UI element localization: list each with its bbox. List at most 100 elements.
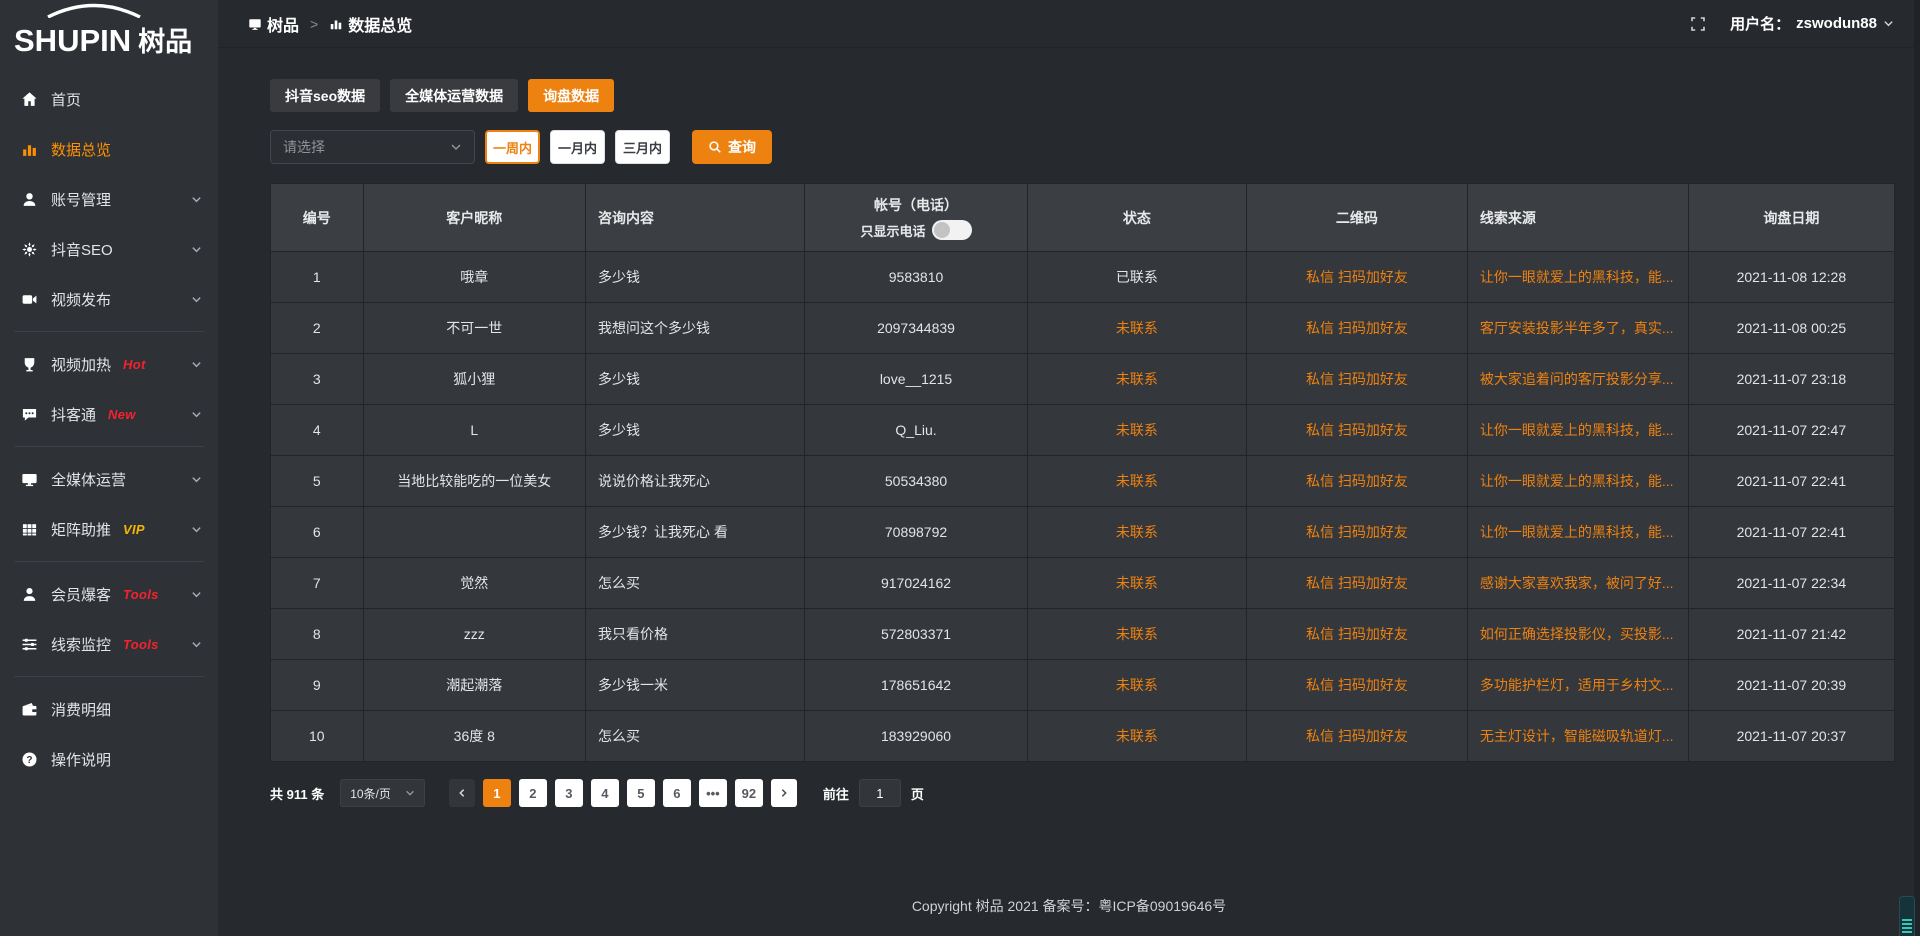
cell-source-link[interactable]: 让你一眼就爱上的黑科技，能... xyxy=(1467,456,1688,507)
cell-source-link[interactable]: 让你一眼就爱上的黑科技，能... xyxy=(1467,252,1688,303)
cell-source-link[interactable]: 如何正确选择投影仪，买投影... xyxy=(1467,609,1688,660)
breadcrumb-item-app[interactable]: 树品 xyxy=(248,12,299,36)
goto-page: 前往 页 xyxy=(823,779,924,807)
period-button[interactable]: 一周内 xyxy=(485,130,540,164)
cell-status: 未联系 xyxy=(1027,558,1246,609)
cell-status: 未联系 xyxy=(1027,303,1246,354)
goto-page-input[interactable] xyxy=(859,779,901,807)
tab-询盘数据[interactable]: 询盘数据 xyxy=(528,79,614,112)
column-header: 询盘日期 xyxy=(1688,184,1894,252)
cell-qrcode-link[interactable]: 私信 扫码加好友 xyxy=(1247,252,1468,303)
filter-bar: 请选择 一周内一月内三月内 查询 xyxy=(270,130,1895,164)
chart-icon xyxy=(20,140,38,158)
cell-qrcode-link[interactable]: 私信 扫码加好友 xyxy=(1247,354,1468,405)
page-button[interactable]: 3 xyxy=(555,779,583,807)
cell-qrcode-link[interactable]: 私信 扫码加好友 xyxy=(1247,558,1468,609)
page-button[interactable]: 92 xyxy=(735,779,763,807)
sidebar-item[interactable]: 矩阵助推VIP xyxy=(0,504,218,554)
cell-nickname: 哦章 xyxy=(363,252,585,303)
wallet-icon xyxy=(20,700,38,718)
chevron-right-icon xyxy=(779,788,789,798)
page-size-select[interactable]: 10条/页 xyxy=(340,779,425,807)
cell-nickname: L xyxy=(363,405,585,456)
sidebar-item[interactable]: 全媒体运营 xyxy=(0,454,218,504)
page-scrollbar[interactable] xyxy=(1914,0,1920,936)
help-icon: ? xyxy=(20,750,38,768)
search-button[interactable]: 查询 xyxy=(692,130,772,164)
sidebar-item[interactable]: 线索监控Tools xyxy=(0,619,218,669)
cell-id: 7 xyxy=(271,558,364,609)
sidebar-item[interactable]: 首页 xyxy=(0,74,218,124)
phone-only-toggle[interactable] xyxy=(932,220,972,240)
cell-account: Q_Liu. xyxy=(805,405,1027,456)
sidebar-item-label: 账号管理 xyxy=(51,189,111,210)
column-header: 二维码 xyxy=(1247,184,1468,252)
sidebar-item[interactable]: 抖客通New xyxy=(0,389,218,439)
floating-service-widget[interactable] xyxy=(1899,896,1915,936)
prev-page-button[interactable] xyxy=(449,779,475,807)
pagination-pages: 123456 ••• 92 xyxy=(483,779,763,807)
cell-source-link[interactable]: 感谢大家喜欢我家，被问了好... xyxy=(1467,558,1688,609)
cell-qrcode-link[interactable]: 私信 扫码加好友 xyxy=(1247,456,1468,507)
fullscreen-icon[interactable] xyxy=(1690,16,1706,32)
table-row: 1哦章多少钱9583810已联系私信 扫码加好友让你一眼就爱上的黑科技，能...… xyxy=(271,252,1895,303)
cell-source-link[interactable]: 让你一眼就爱上的黑科技，能... xyxy=(1467,507,1688,558)
page-button[interactable]: 5 xyxy=(627,779,655,807)
sidebar-item[interactable]: 数据总览 xyxy=(0,124,218,174)
page-button[interactable]: 4 xyxy=(591,779,619,807)
pagination-ellipsis[interactable]: ••• xyxy=(699,779,727,807)
cell-qrcode-link[interactable]: 私信 扫码加好友 xyxy=(1247,303,1468,354)
tab-全媒体运营数据[interactable]: 全媒体运营数据 xyxy=(390,79,518,112)
cell-source-link[interactable]: 多功能护栏灯，适用于乡村文... xyxy=(1467,660,1688,711)
chevron-down-icon xyxy=(191,359,202,370)
sidebar-item[interactable]: 视频发布 xyxy=(0,274,218,324)
table-row: 5当地比较能吃的一位美女说说价格让我死心50534380未联系私信 扫码加好友让… xyxy=(271,456,1895,507)
sidebar-item-label: 会员爆客 xyxy=(51,584,111,605)
next-page-button[interactable] xyxy=(771,779,797,807)
filter-select[interactable]: 请选择 xyxy=(270,130,475,164)
cell-qrcode-link[interactable]: 私信 扫码加好友 xyxy=(1247,711,1468,762)
period-button[interactable]: 三月内 xyxy=(615,130,670,164)
cell-qrcode-link[interactable]: 私信 扫码加好友 xyxy=(1247,507,1468,558)
sidebar-item-label: 抖客通 xyxy=(51,404,96,425)
cell-source-link[interactable]: 客厅安装投影半年多了，真实... xyxy=(1467,303,1688,354)
search-icon xyxy=(708,140,722,154)
sidebar-item[interactable]: ?操作说明 xyxy=(0,734,218,784)
table-row: 1036度 8怎么买183929060未联系私信 扫码加好友无主灯设计，智能磁吸… xyxy=(271,711,1895,762)
tab-抖音seo数据[interactable]: 抖音seo数据 xyxy=(270,79,380,112)
logo-text-cn: 树品 xyxy=(138,29,192,56)
inquiry-table: 编号客户昵称咨询内容帐号（电话）只显示电话状态二维码线索来源询盘日期 1哦章多少… xyxy=(270,183,1895,762)
sidebar-item[interactable]: 会员爆客Tools xyxy=(0,569,218,619)
username-label: 用户名： xyxy=(1730,13,1790,34)
topbar-right: 用户名：zswodun88 xyxy=(1690,13,1894,34)
sidebar-item[interactable]: 消费明细 xyxy=(0,684,218,734)
page-button[interactable]: 6 xyxy=(663,779,691,807)
cell-source-link[interactable]: 被大家追着问的客厅投影分享... xyxy=(1467,354,1688,405)
cell-status: 未联系 xyxy=(1027,354,1246,405)
cell-status: 未联系 xyxy=(1027,660,1246,711)
svg-text:?: ? xyxy=(26,754,32,765)
sidebar-item[interactable]: 抖音SEO xyxy=(0,224,218,274)
cell-account: 183929060 xyxy=(805,711,1027,762)
cell-qrcode-link[interactable]: 私信 扫码加好友 xyxy=(1247,405,1468,456)
user-menu[interactable]: 用户名：zswodun88 xyxy=(1730,13,1894,34)
cell-qrcode-link[interactable]: 私信 扫码加好友 xyxy=(1247,609,1468,660)
cell-id: 5 xyxy=(271,456,364,507)
page-button[interactable]: 1 xyxy=(483,779,511,807)
cell-date: 2021-11-08 00:25 xyxy=(1688,303,1894,354)
sidebar-item[interactable]: 视频加热Hot xyxy=(0,339,218,389)
page-button[interactable]: 2 xyxy=(519,779,547,807)
chevron-down-icon xyxy=(191,589,202,600)
sidebar-item-label: 全媒体运营 xyxy=(51,469,126,490)
topbar: 树品 > 数据总览 用户名：zswodun88 xyxy=(218,0,1920,48)
breadcrumb-item-page[interactable]: 数据总览 xyxy=(329,12,412,36)
cell-source-link[interactable]: 无主灯设计，智能磁吸轨道灯... xyxy=(1467,711,1688,762)
cell-id: 6 xyxy=(271,507,364,558)
cell-id: 1 xyxy=(271,252,364,303)
cell-qrcode-link[interactable]: 私信 扫码加好友 xyxy=(1247,660,1468,711)
period-button[interactable]: 一月内 xyxy=(550,130,605,164)
table-body: 1哦章多少钱9583810已联系私信 扫码加好友让你一眼就爱上的黑科技，能...… xyxy=(271,252,1895,762)
sidebar-item[interactable]: 账号管理 xyxy=(0,174,218,224)
cell-source-link[interactable]: 让你一眼就爱上的黑科技，能... xyxy=(1467,405,1688,456)
sidebar-divider xyxy=(14,331,204,332)
